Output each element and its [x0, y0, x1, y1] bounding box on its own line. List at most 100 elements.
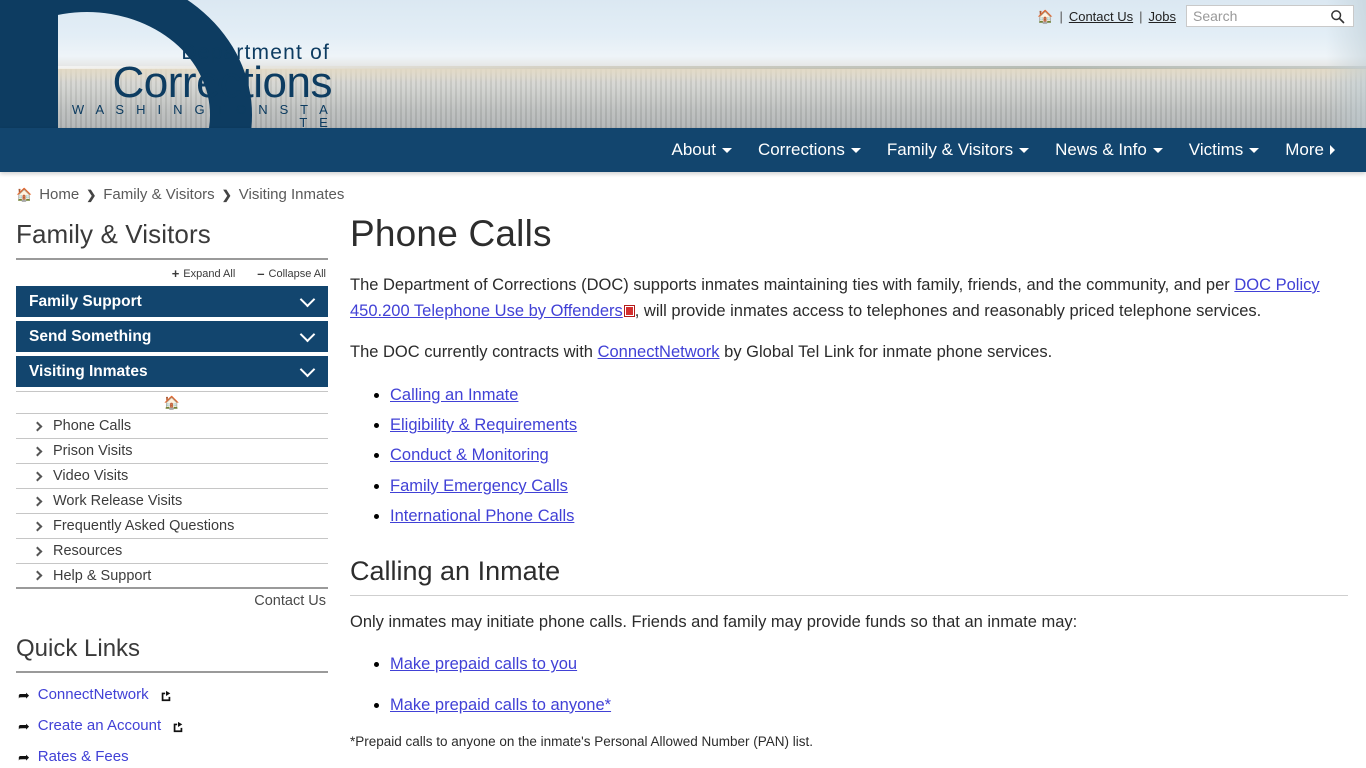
nav-item-news-info[interactable]: News & Info [1042, 128, 1176, 172]
connectnetwork-link[interactable]: ConnectNetwork [598, 343, 720, 361]
sidebar-item-prison-visits[interactable]: Prison Visits [16, 439, 328, 464]
sidebar-accordion-family-support[interactable]: Family Support [16, 286, 328, 317]
collapse-all-button[interactable]: – Collapse All [257, 266, 326, 281]
expand-all-button[interactable]: + Expand All [172, 266, 236, 281]
chevron-down-icon [1249, 147, 1260, 153]
nav-label: Corrections [757, 140, 845, 159]
link-make-prepaid-calls-to-anyone[interactable]: Make prepaid calls to anyone* [390, 696, 611, 714]
toc-link-international-phone-calls[interactable]: International Phone Calls [390, 507, 574, 525]
search-icon [1330, 9, 1344, 23]
site-logo[interactable]: Department of Corrections W A S H I N G … [0, 0, 340, 128]
prepaid-options-list: Make prepaid calls to you Make prepaid c… [350, 651, 1348, 718]
toc-link-conduct-monitoring[interactable]: Conduct & Monitoring [390, 446, 549, 464]
nav-item-corrections[interactable]: Corrections [745, 128, 874, 172]
chevron-right-icon [32, 421, 43, 431]
nav-item-about[interactable]: About [659, 128, 745, 172]
section1-paragraph: Only inmates may initiate phone calls. F… [350, 612, 1078, 631]
sidebar-item-label: Prison Visits [53, 443, 133, 459]
chevron-right-icon [32, 446, 43, 456]
nav-item-victims[interactable]: Victims [1176, 128, 1272, 172]
quick-link-create-an-account[interactable]: ➦ Create an Account [16, 710, 328, 741]
contract-text-pre: The DOC currently contracts with [350, 343, 598, 362]
breadcrumb-item-family-visitors[interactable]: Family & Visitors [103, 186, 214, 203]
toc-link-calling-an-inmate[interactable]: Calling an Inmate [390, 386, 518, 404]
arrow-icon: ➦ [18, 717, 30, 734]
sidebar-item-label: Phone Calls [53, 418, 132, 434]
toc-link-family-emergency-calls[interactable]: Family Emergency Calls [390, 477, 568, 495]
external-link-icon [160, 689, 172, 701]
minus-icon: – [257, 266, 265, 281]
chevron-down-icon [299, 361, 316, 377]
list-item: Make prepaid calls to you [390, 651, 1348, 677]
contact-us-link[interactable]: Contact Us [1069, 9, 1133, 24]
contract-text-post: by Global Tel Link for inmate phone serv… [719, 343, 1053, 362]
quick-link-rates-fees[interactable]: ➦ Rates & Fees [16, 741, 328, 768]
quick-link-label[interactable]: Rates & Fees [38, 748, 129, 765]
breadcrumb-item-home[interactable]: Home [39, 186, 79, 203]
sidebar-item-label: Frequently Asked Questions [53, 518, 235, 534]
breadcrumb-separator-icon: ❯ [86, 187, 97, 202]
breadcrumb-home-icon[interactable]: 🏠 [16, 187, 32, 203]
nav-item-more[interactable]: More [1272, 128, 1348, 172]
quick-link-label[interactable]: ConnectNetwork [38, 686, 149, 703]
quick-link-label[interactable]: Create an Account [38, 717, 161, 734]
search-button[interactable] [1323, 6, 1351, 26]
toc-link-eligibility-requirements[interactable]: Eligibility & Requirements [390, 416, 577, 434]
search-box[interactable] [1186, 5, 1354, 27]
sidebar-item-frequently-asked-questions[interactable]: Frequently Asked Questions [16, 514, 328, 539]
site-banner: Department of Corrections W A S H I N G … [0, 0, 1366, 128]
external-link-icon [172, 720, 184, 732]
breadcrumb-separator-icon: ❯ [221, 187, 232, 202]
list-item: Eligibility & Requirements [390, 412, 1348, 438]
quick-links-title: Quick Links [16, 635, 141, 662]
arrow-icon: ➦ [18, 686, 30, 703]
chevron-right-icon [32, 570, 43, 581]
utility-bar: 🏠 | Contact Us | Jobs [1037, 5, 1354, 27]
logo-line-corrections: Corrections [112, 58, 333, 107]
intro-paragraph-2: The DOC currently contracts with Connect… [350, 340, 1348, 366]
sidebar-item-label: Work Release Visits [53, 493, 183, 509]
accordion-label: Visiting Inmates [29, 362, 148, 380]
list-item: Make prepaid calls to anyone* [390, 692, 1348, 718]
nav-label: About [671, 140, 716, 159]
breadcrumb: 🏠 Home ❯ Family & Visitors ❯ Visiting In… [0, 172, 1366, 203]
link-make-prepaid-calls-to-you[interactable]: Make prepaid calls to you [390, 655, 577, 673]
sidebar-accordion-visiting-inmates[interactable]: Visiting Inmates [16, 356, 328, 387]
chevron-down-icon [299, 326, 316, 342]
sidebar-contact-us-row: Contact Us [16, 589, 328, 609]
sidebar-contact-us-link[interactable]: Contact Us [254, 593, 326, 609]
intro-text-pre: The Department of Corrections (DOC) supp… [350, 276, 1235, 294]
utility-separator-2: | [1139, 8, 1143, 24]
expand-all-label: Expand All [183, 267, 236, 280]
breadcrumb-item-visiting-inmates[interactable]: Visiting Inmates [239, 186, 345, 203]
home-icon[interactable]: 🏠 [1037, 10, 1053, 23]
sidebar-item-work-release-visits[interactable]: Work Release Visits [16, 489, 328, 514]
chevron-down-icon [721, 147, 732, 153]
sidebar-item-video-visits[interactable]: Video Visits [16, 464, 328, 489]
nav-label: More [1285, 140, 1324, 159]
content-area: Family & Visitors + Expand All – Collaps… [0, 203, 1366, 768]
sidebar-item-phone-calls[interactable]: Phone Calls [16, 414, 328, 439]
nav-item-family-visitors[interactable]: Family & Visitors [874, 128, 1042, 172]
quick-links-rule [16, 671, 328, 673]
section-heading-calling-an-inmate: Calling an Inmate [350, 556, 1348, 596]
sidebar-item-help-support[interactable]: Help & Support [16, 564, 328, 589]
accordion-label: Family Support [29, 292, 142, 310]
list-item: Conduct & Monitoring [390, 442, 1348, 468]
main-content: Phone Calls The Department of Correction… [350, 203, 1348, 768]
logo-left-block [0, 0, 58, 128]
logo-line-state: W A S H I N G T O N S T A T E [71, 102, 332, 128]
search-input[interactable] [1187, 6, 1323, 26]
sidebar-accordion-send-something[interactable]: Send Something [16, 321, 328, 352]
list-item: Calling an Inmate [390, 382, 1348, 408]
sidebar-section-home-row[interactable]: 🏠 [16, 391, 328, 414]
chevron-right-icon [1330, 145, 1335, 155]
list-item: Family Emergency Calls [390, 473, 1348, 499]
intro-text-post: , will provide inmates access to telepho… [634, 301, 1262, 320]
jobs-link[interactable]: Jobs [1149, 9, 1176, 24]
section1-footnote: *Prepaid calls to anyone on the inmate's… [350, 733, 814, 749]
chevron-down-icon [850, 147, 861, 153]
sidebar-item-resources[interactable]: Resources [16, 539, 328, 564]
quick-link-connectnetwork[interactable]: ➦ ConnectNetwork [16, 679, 328, 710]
chevron-right-icon [32, 471, 43, 481]
